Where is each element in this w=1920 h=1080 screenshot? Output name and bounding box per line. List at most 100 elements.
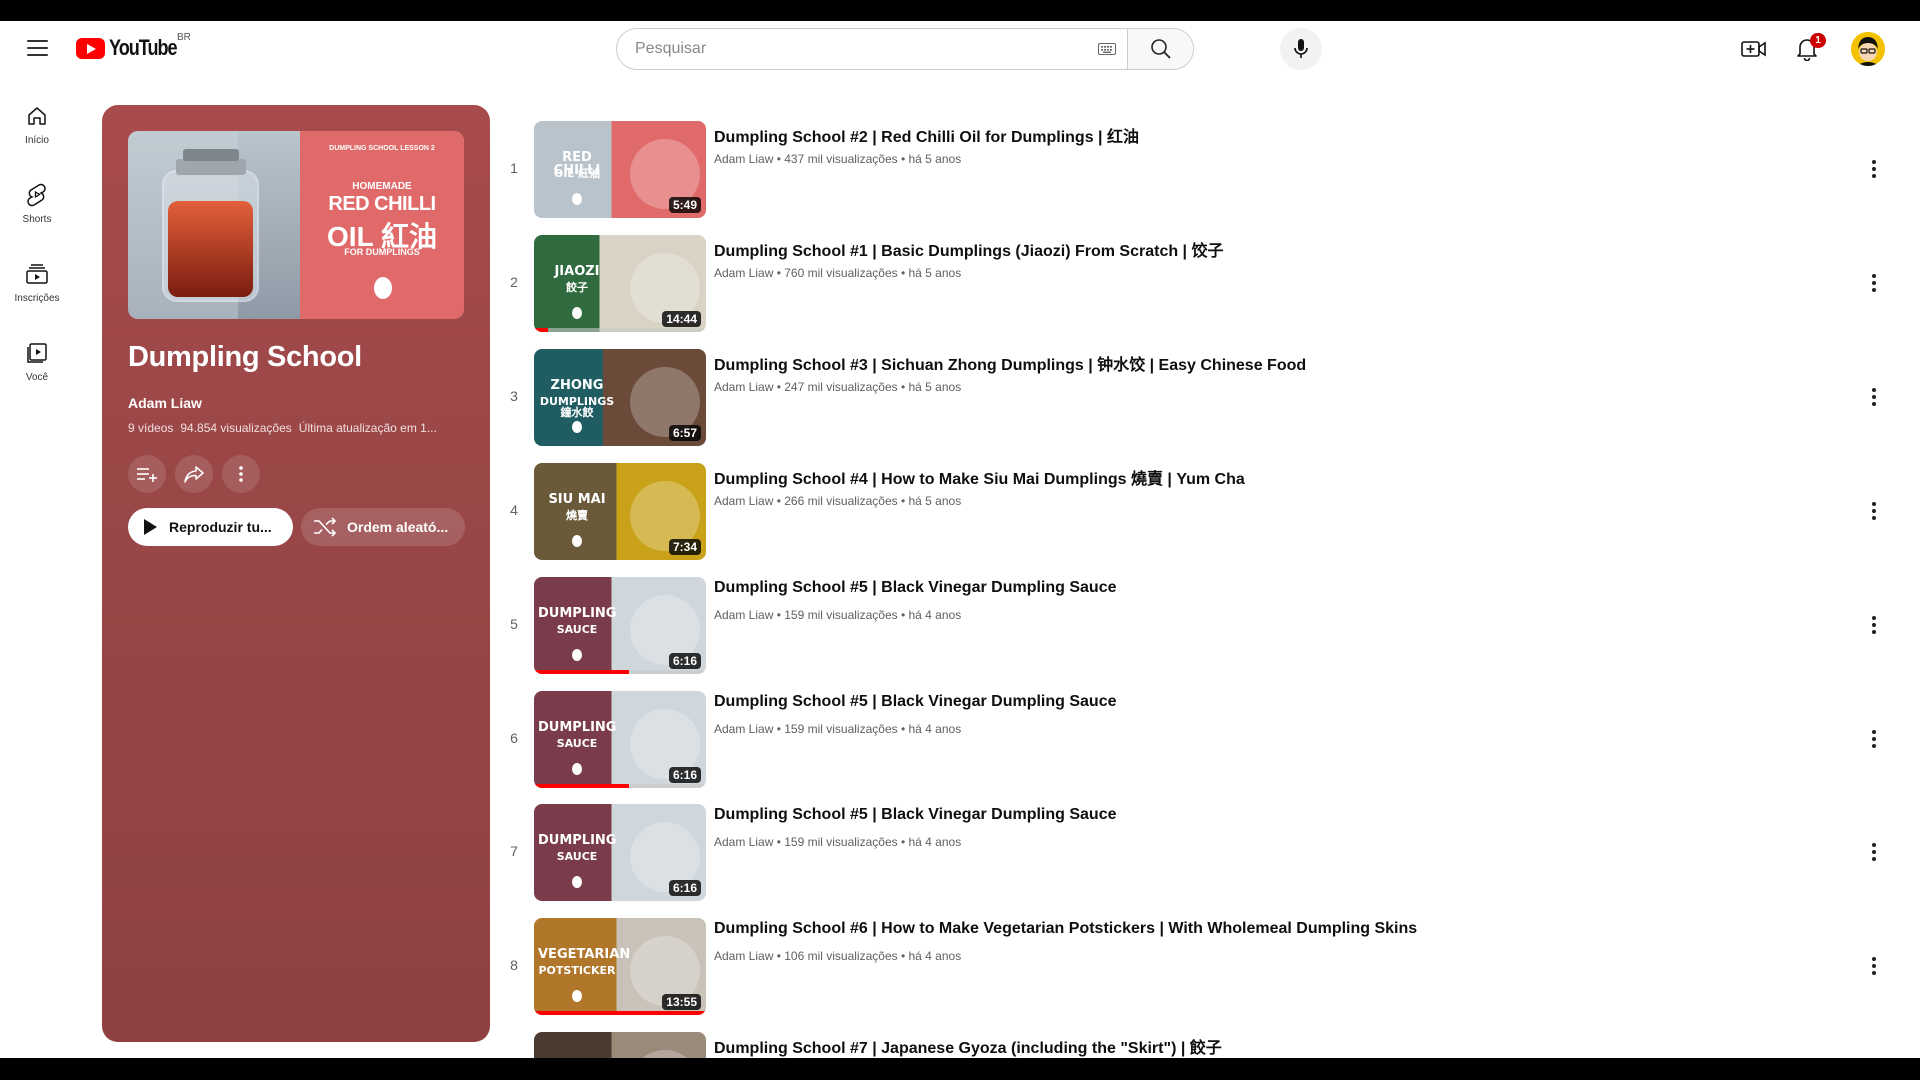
play-all-label: Reproduzir tu... — [169, 519, 272, 535]
video-thumbnail[interactable]: RED CHILLI OIL 紅油 5:49 — [534, 121, 706, 218]
nav-item-subscriptions[interactable]: Inscrições — [0, 259, 74, 338]
search-input[interactable] — [617, 29, 1087, 69]
playlist-video-row[interactable]: 1 RED CHILLI OIL 紅油 5:49 Dumpling School… — [500, 121, 1900, 221]
keyboard-icon[interactable] — [1087, 29, 1127, 69]
country-code: BR — [177, 32, 191, 43]
playlist-header-panel: DUMPLING SCHOOL LESSON 2 HOMEMADE RED CH… — [102, 105, 490, 1042]
playlist-video-row[interactable]: 7 DUMPLING SAUCE 6:16 Dumpling School #5… — [500, 804, 1900, 904]
video-more-button[interactable] — [1862, 383, 1886, 411]
playlist-video-row[interactable]: Dumpling School #7 | Japanese Gyoza (inc… — [500, 1032, 1900, 1058]
video-index: 4 — [510, 502, 518, 518]
add-to-library-icon — [137, 468, 157, 482]
avatar[interactable] — [1851, 32, 1885, 66]
share-button[interactable] — [175, 455, 213, 493]
video-thumbnail[interactable]: DUMPLING SAUCE 6:16 — [534, 577, 706, 674]
save-playlist-button[interactable] — [128, 455, 166, 493]
thumbnail-caption: ZHONG — [550, 378, 604, 393]
shorts-icon — [26, 182, 48, 208]
video-thumbnail[interactable]: SIU MAI 燒賣 7:34 — [534, 463, 706, 560]
nav-item-label: Início — [25, 135, 49, 146]
video-duration: 6:57 — [668, 425, 701, 441]
subscriptions-icon — [26, 261, 48, 287]
video-thumbnail[interactable]: JIAOZI 餃子 14:44 — [534, 235, 706, 332]
video-title[interactable]: Dumpling School #5 | Black Vinegar Dumpl… — [714, 806, 1117, 824]
playlist-title: Dumpling School — [128, 341, 362, 373]
video-title[interactable]: Dumpling School #4 | How to Make Siu Mai… — [714, 465, 1245, 489]
video-more-button[interactable] — [1862, 725, 1886, 753]
video-thumbnail[interactable]: VEGETARIAN POTSTICKER 13:55 — [534, 918, 706, 1015]
video-meta: Adam Liaw • 247 mil visualizações • há 5… — [714, 380, 962, 394]
video-duration: 6:16 — [668, 880, 701, 896]
search-button[interactable] — [1127, 29, 1193, 69]
more-actions-button[interactable] — [222, 455, 260, 493]
playlist-video-row[interactable]: 4 SIU MAI 燒賣 7:34 Dumpling School #4 | H… — [500, 463, 1900, 563]
video-title[interactable]: Dumpling School #5 | Black Vinegar Dumpl… — [714, 579, 1117, 597]
thumbnail-caption: DUMPLING — [538, 833, 617, 848]
video-thumbnail[interactable] — [534, 1032, 706, 1058]
mascot-icon — [572, 649, 582, 661]
youtube-page: YouTube BR 1 Início — [0, 21, 1920, 1058]
video-title[interactable]: Dumpling School #6 | How to Make Vegetar… — [714, 920, 1417, 938]
thumb-caption-big1: RED CHILLI — [328, 193, 436, 215]
nav-item-you[interactable]: Você — [0, 338, 74, 417]
mascot-icon — [572, 876, 582, 888]
create-video-button[interactable] — [1738, 35, 1770, 63]
watch-progress-bar — [534, 670, 629, 674]
video-more-button[interactable] — [1862, 838, 1886, 866]
thumbnail-caption: DUMPLINGS 鐘水餃 — [539, 395, 615, 419]
microphone-icon — [1294, 39, 1308, 58]
video-thumbnail[interactable]: DUMPLING SAUCE 6:16 — [534, 691, 706, 788]
playlist-video-row[interactable]: 6 DUMPLING SAUCE 6:16 Dumpling School #5… — [500, 691, 1900, 791]
video-title[interactable]: Dumpling School #5 | Black Vinegar Dumpl… — [714, 693, 1117, 711]
logo-text: YouTube — [109, 35, 178, 60]
play-all-button[interactable]: Reproduzir tu... — [128, 508, 293, 546]
playlist-thumbnail[interactable]: DUMPLING SCHOOL LESSON 2 HOMEMADE RED CH… — [128, 131, 464, 319]
dumpling-plate-image — [630, 1050, 700, 1058]
hamburger-menu-icon[interactable] — [22, 35, 52, 63]
playlist-video-row[interactable]: 3 ZHONG DUMPLINGS 鐘水餃 6:57 Dumpling Scho… — [500, 349, 1900, 449]
thumbnail-art — [534, 1032, 706, 1058]
video-index: 6 — [510, 730, 518, 746]
playlist-views: 94.854 visualizações — [180, 421, 292, 435]
video-meta: Adam Liaw • 106 mil visualizações • há 4… — [714, 949, 962, 963]
search-box — [616, 28, 1194, 70]
video-title[interactable]: Dumpling School #7 | Japanese Gyoza (inc… — [714, 1034, 1222, 1058]
mascot-icon — [572, 535, 582, 547]
playlist-meta: 9 vídeos 94.854 visualizações Última atual… — [128, 421, 468, 435]
video-thumbnail[interactable]: ZHONG DUMPLINGS 鐘水餃 6:57 — [534, 349, 706, 446]
video-more-button[interactable] — [1862, 269, 1886, 297]
video-index: 1 — [510, 160, 518, 176]
shuffle-button[interactable]: Ordem aleató... — [301, 508, 465, 546]
mascot-icon — [572, 421, 582, 433]
video-title[interactable]: Dumpling School #3 | Sichuan Zhong Dumpl… — [714, 351, 1306, 375]
nav-item-shorts[interactable]: Shorts — [0, 180, 74, 259]
video-more-button[interactable] — [1862, 611, 1886, 639]
youtube-play-icon — [76, 37, 105, 59]
video-meta: Adam Liaw • 266 mil visualizações • há 5… — [714, 494, 962, 508]
playlist-video-row[interactable]: 8 VEGETARIAN POTSTICKER 13:55 Dumpling S… — [500, 918, 1900, 1018]
playlist-video-row[interactable]: 2 JIAOZI 餃子 14:44 Dumpling School #1 | B… — [500, 235, 1900, 335]
youtube-logo[interactable]: YouTube BR — [76, 32, 191, 61]
play-icon — [144, 519, 157, 535]
video-index: 3 — [510, 388, 518, 404]
nav-item-home[interactable]: Início — [0, 101, 74, 180]
playlist-author-link[interactable]: Adam Liaw — [128, 395, 202, 411]
playlist-video-row[interactable]: 5 DUMPLING SAUCE 6:16 Dumpling School #5… — [500, 577, 1900, 677]
more-vertical-icon — [239, 466, 243, 482]
home-icon — [26, 103, 48, 129]
video-more-button[interactable] — [1862, 952, 1886, 980]
video-title[interactable]: Dumpling School #2 | Red Chilli Oil for … — [714, 123, 1139, 147]
video-thumbnail[interactable]: DUMPLING SAUCE 6:16 — [534, 804, 706, 901]
video-title[interactable]: Dumpling School #1 | Basic Dumplings (Ji… — [714, 237, 1223, 261]
thumbnail-caption: 餃子 — [566, 281, 588, 294]
thumbnail-caption: DUMPLING — [538, 720, 617, 735]
thumb-caption-mid: HOMEMADE — [352, 181, 412, 192]
left-nav: Início Shorts Inscrições Você — [0, 101, 74, 417]
mascot-icon — [374, 277, 392, 299]
voice-search-button[interactable] — [1280, 28, 1322, 70]
video-more-button[interactable] — [1862, 155, 1886, 183]
search-icon — [1150, 39, 1171, 59]
watch-progress-track — [534, 328, 706, 332]
mascot-icon — [572, 307, 582, 319]
video-more-button[interactable] — [1862, 497, 1886, 525]
